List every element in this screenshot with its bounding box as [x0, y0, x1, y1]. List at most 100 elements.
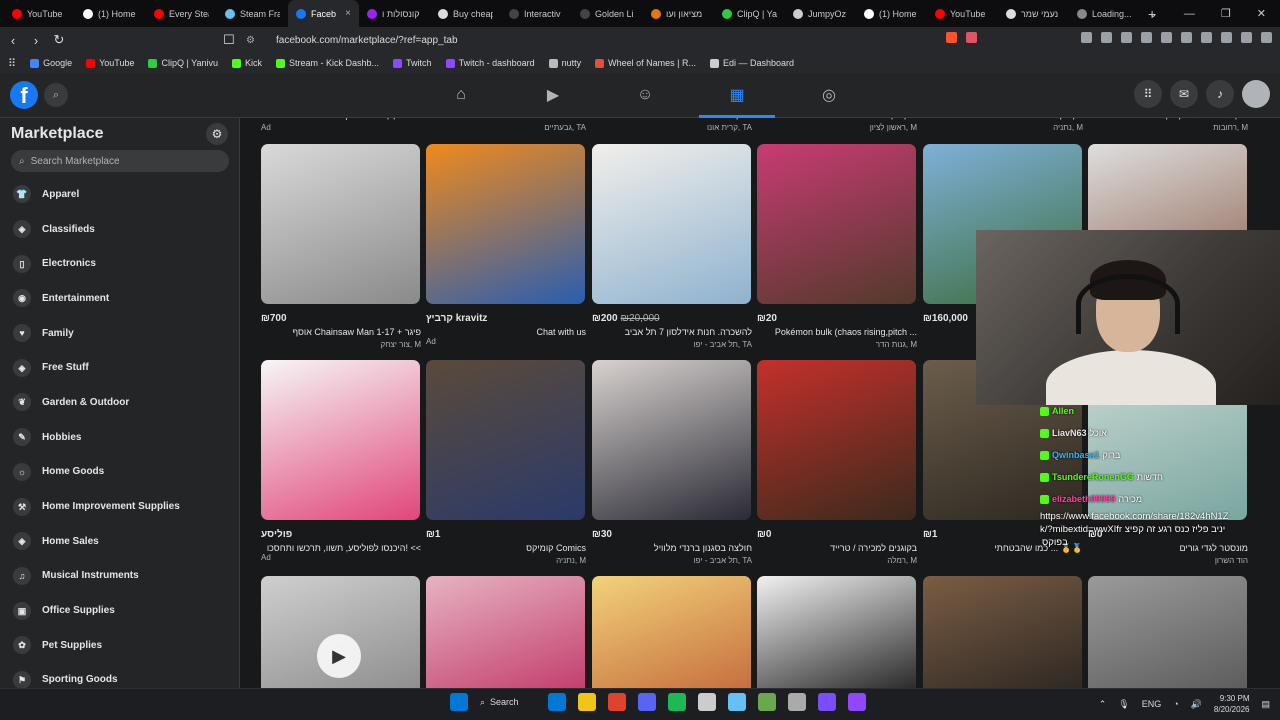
minimize-button[interactable]: —	[1184, 8, 1195, 20]
facebook-logo[interactable]: f	[10, 81, 38, 109]
browser-tab[interactable]: Loading...	[1069, 0, 1140, 27]
vpn-icon[interactable]	[1241, 32, 1252, 43]
search-icon[interactable]: ⌕	[44, 83, 68, 107]
friends-nav-icon[interactable]: ☺	[599, 73, 691, 117]
browser-tab[interactable]: מציאון ועו	[643, 0, 714, 27]
listing-card[interactable]	[1088, 576, 1248, 688]
mic-icon[interactable]: 🎙	[1118, 699, 1129, 710]
sidebar-item-musical-instruments[interactable]: ♫ Musical Instruments	[0, 559, 239, 594]
listing-card[interactable]: ▶	[261, 576, 421, 688]
brave-rewards-icon[interactable]	[966, 32, 977, 43]
bookmark-icon[interactable]: ☐	[219, 32, 239, 48]
sidebar-item-free-stuff[interactable]: ◈ Free Stuff	[0, 350, 239, 385]
listing-card[interactable]: פוליסע היכנסו לפוליסע, תשוו, תרכשו ותחסכו…	[261, 360, 421, 562]
tab-search-icon[interactable]: ⌄	[1149, 7, 1158, 20]
taskbar-app-icon[interactable]	[548, 693, 566, 711]
sidebar-item-sporting-goods[interactable]: ⚑ Sporting Goods	[0, 663, 239, 688]
listing-partial[interactable]: אוסף לגו קרית אונו, TA	[592, 118, 752, 132]
listing-card[interactable]: ₪200 ₪20,000 להשכרה. חנות אידלסון 7 תל אבי…	[592, 144, 752, 349]
listing-card[interactable]: קרביץ kravitz Chat with us Ad	[426, 144, 586, 346]
taskbar-app-icon[interactable]	[788, 693, 806, 711]
windows-start-icon[interactable]	[450, 693, 468, 711]
settings-gear-icon[interactable]: ⚙	[206, 123, 228, 145]
back-button[interactable]: ‹	[3, 33, 23, 48]
browser-tab[interactable]: Steam Fra	[217, 0, 288, 27]
browser-tab[interactable]: קונסולות ו	[359, 0, 430, 27]
bookmark-item[interactable]: nutty	[548, 58, 581, 68]
browser-tab[interactable]: JumpyOz	[785, 0, 856, 27]
listing-card[interactable]	[757, 576, 917, 688]
clock[interactable]: 9:30 PM 8/20/2026	[1214, 693, 1250, 715]
menu-grid-icon[interactable]: ⠿	[1134, 80, 1162, 108]
home-nav-icon[interactable]: ⌂	[415, 73, 507, 117]
groups-nav-icon[interactable]: ◎	[783, 73, 875, 117]
taskbar-app-icon[interactable]	[638, 693, 656, 711]
sidebar-item-office-supplies[interactable]: ▣ Office Supplies	[0, 593, 239, 628]
sidebar-item-family[interactable]: ♥ Family	[0, 316, 239, 351]
wallet-icon[interactable]	[1221, 32, 1232, 43]
volume-icon[interactable]: 🔊	[1191, 699, 1202, 710]
listing-partial[interactable]: יומן לתמיד של פוקימון רחובות, M	[1088, 118, 1248, 132]
bookmark-item[interactable]: Twitch - dashboard	[445, 58, 535, 68]
taskbar-app-icon[interactable]	[668, 693, 686, 711]
browser-tab[interactable]: (1) Home	[856, 0, 927, 27]
sidebar-item-home-improvement-supplies[interactable]: ⚒ Home Improvement Supplies	[0, 489, 239, 524]
url-bar[interactable]: ⚙ facebook.com/marketplace/?ref=app_tab	[240, 30, 988, 50]
profile-avatar[interactable]	[1242, 80, 1270, 108]
sidebar-item-electronics[interactable]: ▯ Electronics	[0, 246, 239, 281]
apps-icon[interactable]: ⠿	[8, 57, 16, 70]
bookmark-item[interactable]: Google	[30, 58, 72, 68]
listing-card[interactable]	[592, 576, 752, 688]
tab-close-icon[interactable]: ×	[345, 8, 351, 19]
close-window-button[interactable]: ✕	[1257, 7, 1266, 20]
notifications-bell-icon[interactable]: ♪	[1206, 80, 1234, 108]
listing-partial[interactable]: בקבוק אספנות מוזר נתניה, M	[923, 118, 1083, 132]
bookmark-item[interactable]: Edi — Dashboard	[710, 58, 794, 68]
forward-button[interactable]: ›	[26, 33, 46, 48]
sidebar-item-pet-supplies[interactable]: ✿ Pet Supplies	[0, 628, 239, 663]
listing-partial[interactable]: יריד הקיץ בהרצליה | 28.8 Ad	[261, 118, 421, 132]
reload-button[interactable]: ↻	[49, 32, 69, 48]
sidebar-item-classifieds[interactable]: ◈ Classifieds	[0, 212, 239, 247]
language-indicator[interactable]: ENG	[1142, 699, 1162, 709]
taskbar-search[interactable]: ⌕ Search	[480, 697, 536, 708]
taskbar-app-icon[interactable]	[818, 693, 836, 711]
video-play-icon[interactable]: ▶	[317, 634, 361, 678]
sidebar-item-home-goods[interactable]: ☼ Home Goods	[0, 455, 239, 490]
browser-tab[interactable]: YouTube	[927, 0, 998, 27]
listing-card[interactable]: ₪1 קומיקס Comics נתניה, M	[426, 360, 586, 565]
listing-card[interactable]: ₪700 אוסף Chainsaw Man 1-17 + פיגר צור יצח…	[261, 144, 421, 349]
bookmark-item[interactable]: Stream - Kick Dashb...	[276, 58, 379, 68]
site-info-icon[interactable]: ⚙	[246, 35, 260, 46]
browser-tab[interactable]: Golden Li	[572, 0, 643, 27]
browser-tab[interactable]: YouTube	[4, 0, 75, 27]
wifi-icon[interactable]: ◔	[1173, 699, 1178, 709]
bookmark-item[interactable]: YouTube	[86, 58, 134, 68]
taskbar-app-icon[interactable]	[728, 693, 746, 711]
bookmark-item[interactable]: Wheel of Names | R...	[595, 58, 696, 68]
browser-tab[interactable]: Buy cheap	[430, 0, 501, 27]
video-nav-icon[interactable]: ▶	[507, 73, 599, 117]
sidebar-icon[interactable]	[1201, 32, 1212, 43]
restore-button[interactable]: ❐	[1221, 7, 1231, 20]
brave-shield-icon[interactable]	[946, 32, 957, 43]
taskbar-app-icon[interactable]	[608, 693, 626, 711]
extension-icon[interactable]	[1101, 32, 1112, 43]
browser-tab[interactable]: נעמי שמר	[998, 0, 1069, 27]
notification-icon[interactable]: ▤	[1261, 699, 1270, 710]
listing-card[interactable]: ₪30 חולצה בסגנון ברנדי מלוויל תל אביב - יפ…	[592, 360, 752, 565]
browser-tab[interactable]: Faceb ×	[288, 0, 359, 27]
taskbar-app-icon[interactable]	[848, 693, 866, 711]
listing-card[interactable]: ₪0 בקוגנים למכירה / טרייד רמלה, M	[757, 360, 917, 565]
bookmark-item[interactable]: Kick	[232, 58, 262, 68]
listing-partial[interactable]: Anbernic RG400xx H + Case גבעתיים, TA	[426, 118, 586, 132]
listing-partial[interactable]: פוקימון ראשון לציון, M	[757, 118, 917, 132]
chevron-up-icon[interactable]: ⌃	[1099, 699, 1107, 710]
extension-icon[interactable]	[1121, 32, 1132, 43]
taskbar-app-icon[interactable]	[698, 693, 716, 711]
listing-card[interactable]	[923, 576, 1083, 688]
messenger-icon[interactable]: ✉	[1170, 80, 1198, 108]
browser-tab[interactable]: (1) Home	[75, 0, 146, 27]
menu-icon[interactable]	[1261, 32, 1272, 43]
bookmark-item[interactable]: ClipQ | Yanivu	[148, 58, 218, 68]
